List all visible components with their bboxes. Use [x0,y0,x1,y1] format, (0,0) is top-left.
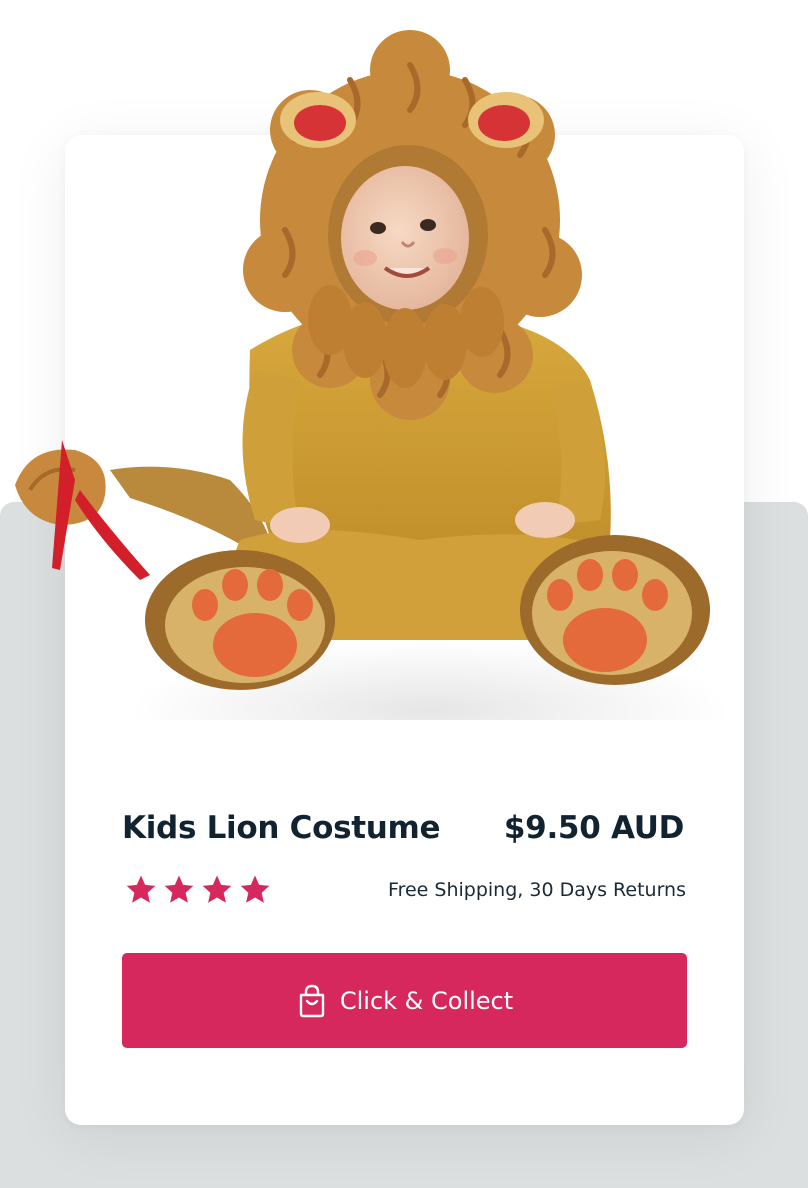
star-rating [124,873,272,907]
star-icon [126,875,156,903]
click-and-collect-label: Click & Collect [339,986,514,1015]
product-image[interactable] [0,20,760,720]
star-icon [202,875,232,903]
product-price: $9.50 AUD [503,810,684,846]
click-and-collect-button[interactable]: Click & Collect [122,953,687,1048]
shopping-bag-icon [299,984,325,1017]
star-icon [240,875,270,903]
shipping-note: Free Shipping, 30 Days Returns [388,879,686,901]
star-icon [164,875,194,903]
product-title[interactable]: Kids Lion Costume [122,810,441,846]
